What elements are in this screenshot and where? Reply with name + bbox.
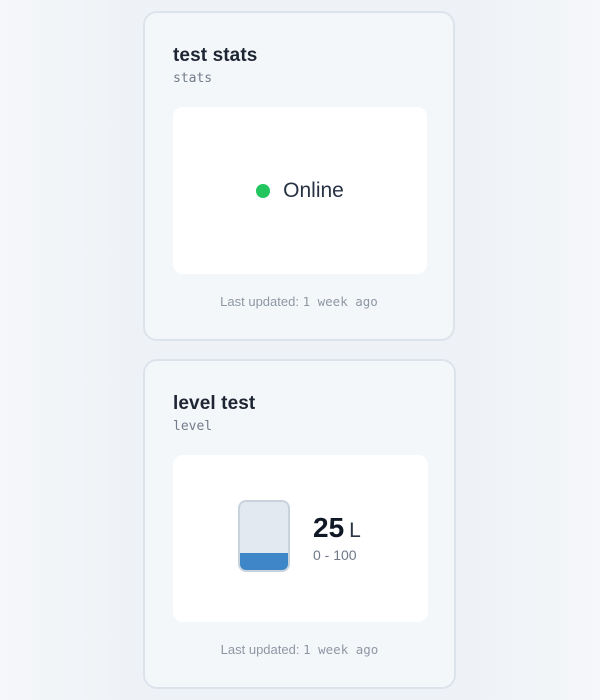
last-updated-label: Last updated: — [220, 294, 299, 309]
status-indicator: Online — [173, 107, 427, 274]
tank-gauge — [238, 500, 290, 572]
tank-fill — [240, 553, 288, 570]
level-range: 0 - 100 — [313, 547, 357, 563]
card-type-label: level — [173, 419, 213, 434]
last-updated-value: 1 week ago — [303, 642, 379, 657]
last-updated: Last updated: 1 week ago — [145, 642, 454, 657]
card-title: test stats — [173, 45, 258, 66]
stats-card: test stats stats Online Last updated: 1 … — [143, 11, 455, 341]
status-text: Online — [283, 178, 344, 202]
dashboard-page: test stats stats Online Last updated: 1 … — [0, 0, 600, 700]
card-type-label: stats — [173, 71, 213, 86]
level-value: 25 — [313, 512, 345, 543]
level-unit: L — [349, 519, 361, 542]
online-status-dot-icon — [256, 183, 271, 198]
last-updated-value: 1 week ago — [302, 294, 378, 309]
level-panel: 25 L 0 - 100 — [173, 455, 428, 622]
last-updated-label: Last updated: — [220, 642, 300, 657]
last-updated: Last updated: 1 week ago — [145, 294, 453, 309]
status-panel: Online — [173, 107, 427, 274]
level-readout: 25 L 0 - 100 — [313, 512, 361, 563]
card-title: level test — [173, 393, 256, 414]
level-card: level test level 25 L 0 - 100 Last update… — [143, 359, 456, 689]
